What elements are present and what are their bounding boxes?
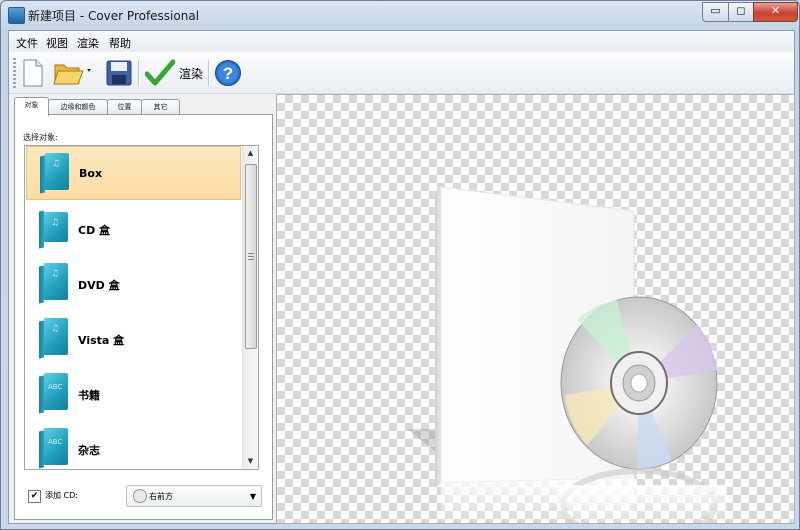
cd-position-value: 右前方 — [149, 492, 173, 501]
new-document-icon — [23, 59, 43, 87]
maximize-icon: ◻ — [736, 4, 746, 17]
list-scrollbar[interactable]: ▲ ▼ — [242, 146, 258, 469]
vista-case-icon: ♫ — [39, 318, 68, 359]
menu-help[interactable]: 帮助 — [109, 35, 131, 51]
tab-content: 选择对象: ♫ Box ♫ CD 盒 ♫ DVD 盒 ♫ Vista 盒 ABC… — [14, 114, 273, 520]
object-panel: 对象 边缘和颜色 位置 其它 选择对象: ♫ Box ♫ CD 盒 ♫ DVD … — [12, 97, 273, 520]
scroll-down-icon[interactable]: ▼ — [243, 454, 258, 469]
maximize-button[interactable]: ◻ — [728, 2, 754, 22]
add-cd-label: 添加 CD: — [45, 491, 78, 500]
app-icon — [8, 7, 25, 24]
box-icon: ♫ — [40, 153, 69, 194]
help-button[interactable]: ? — [214, 58, 242, 88]
close-icon: ✕ — [770, 4, 781, 17]
cd-case-icon: ♫ — [39, 208, 68, 249]
list-item-label: DVD 盒 — [78, 279, 120, 292]
list-item[interactable]: ♫ DVD 盒 — [26, 257, 241, 311]
title-bar[interactable]: 新建项目 - Cover Professional ▭ ◻ ✕ — [1, 1, 799, 29]
add-cd-row: ✔ 添加 CD: 右前方 ▼ — [23, 485, 268, 509]
help-icon: ? — [215, 60, 241, 86]
menu-render[interactable]: 渲染 — [77, 35, 99, 51]
render-button-label: 渲染 — [179, 66, 204, 81]
tab-other[interactable]: 其它 — [141, 99, 180, 115]
save-icon — [106, 60, 132, 86]
list-item[interactable]: ABC 书籍 — [26, 367, 241, 421]
list-item-label: CD 盒 — [78, 224, 111, 237]
scroll-thumb[interactable] — [245, 164, 257, 349]
select-object-label: 选择对象: — [23, 133, 58, 142]
object-list[interactable]: ♫ Box ♫ CD 盒 ♫ DVD 盒 ♫ Vista 盒 ABC 书籍 AB… — [24, 145, 259, 470]
minimize-button[interactable]: ▭ — [702, 2, 729, 22]
magazine-icon: ABC — [39, 428, 68, 469]
menu-bar: 文件 视图 渲染 帮助 — [9, 31, 794, 51]
scroll-up-icon[interactable]: ▲ — [243, 146, 258, 161]
tab-object[interactable]: 对象 — [14, 97, 49, 116]
save-button[interactable] — [106, 58, 132, 88]
minimize-icon: ▭ — [710, 4, 721, 17]
add-cd-checkbox[interactable]: ✔ — [28, 490, 41, 503]
open-button[interactable] — [53, 58, 93, 88]
menu-view[interactable]: 视图 — [46, 35, 68, 51]
folder-open-icon — [53, 64, 91, 85]
cd-icon — [133, 489, 147, 503]
toolbar: 渲染 ? — [9, 52, 794, 94]
app-window: 新建项目 - Cover Professional ▭ ◻ ✕ 文件 视图 渲染… — [0, 0, 800, 530]
list-item-label: Box — [79, 167, 103, 180]
cd-disc — [560, 296, 718, 470]
window-title: 新建项目 - Cover Professional — [28, 9, 200, 23]
toolbar-grip[interactable] — [13, 58, 16, 88]
list-item-label: Vista 盒 — [78, 334, 125, 347]
cd-position-select[interactable]: 右前方 ▼ — [126, 485, 262, 507]
panel-tabs: 对象 边缘和颜色 位置 其它 — [14, 97, 274, 116]
list-item[interactable]: ♫ Box — [26, 146, 241, 200]
checkmark-icon — [145, 59, 175, 86]
list-item[interactable]: ABC 杂志 — [26, 422, 241, 469]
list-item-label: 杂志 — [78, 444, 100, 457]
toolbar-separator — [138, 60, 139, 86]
dvd-case-icon: ♫ — [39, 263, 68, 304]
menu-file[interactable]: 文件 — [16, 35, 38, 51]
list-item-label: 书籍 — [78, 389, 100, 402]
render-button[interactable]: 渲染 — [145, 58, 203, 88]
close-button[interactable]: ✕ — [753, 2, 798, 22]
tab-position[interactable]: 位置 — [107, 99, 142, 115]
svg-text:?: ? — [223, 64, 233, 83]
list-item[interactable]: ♫ CD 盒 — [26, 202, 241, 256]
toolbar-separator — [208, 60, 209, 86]
chevron-down-icon: ▼ — [249, 492, 256, 501]
preview-render — [407, 186, 727, 523]
new-button[interactable] — [21, 58, 45, 88]
tab-edges-colors[interactable]: 边缘和颜色 — [48, 99, 108, 115]
list-item[interactable]: ♫ Vista 盒 — [26, 312, 241, 366]
client-area: 文件 视图 渲染 帮助 渲染 ? 对象 边缘和颜色 位置 其它 选择对象: ♫ … — [8, 30, 795, 524]
book-icon: ABC — [39, 373, 68, 414]
preview-canvas[interactable] — [276, 94, 795, 524]
